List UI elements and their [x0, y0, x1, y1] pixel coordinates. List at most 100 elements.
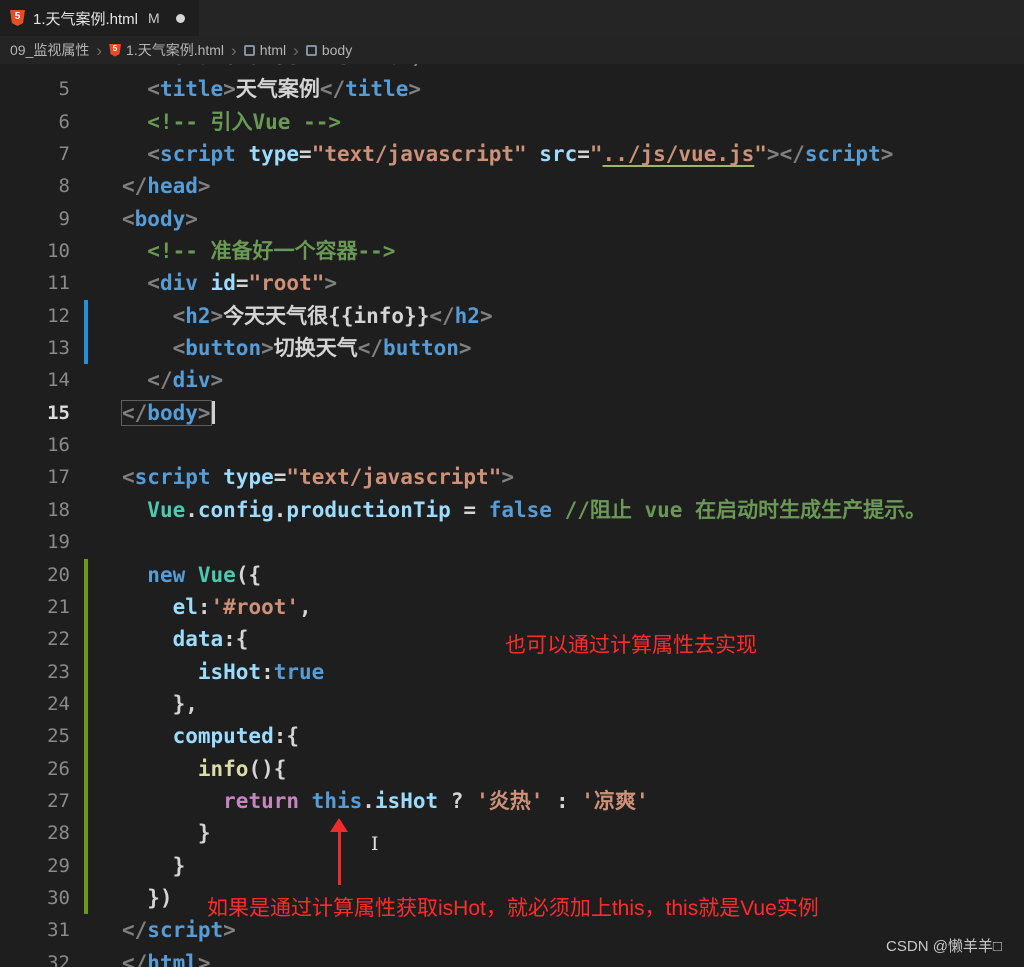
- annotation-computed-note: 也可以通过计算属性去实现: [505, 629, 757, 659]
- tab-weather-file[interactable]: 1.天气案例.html M: [0, 0, 199, 36]
- line-number: 26: [0, 753, 70, 785]
- code-line[interactable]: 14 </div>: [0, 364, 1024, 396]
- line-number: 6: [0, 106, 70, 138]
- breadcrumb-item-body[interactable]: body: [306, 42, 352, 58]
- gutter-added-indicator: [84, 817, 88, 849]
- code-text: }: [122, 850, 185, 882]
- code-line[interactable]: 15 </body>: [0, 397, 1024, 429]
- code-text: return this.isHot ? '炎热' : '凉爽': [122, 785, 649, 817]
- code-text: <script type="text/javascript">: [122, 461, 514, 493]
- line-number: 32: [0, 947, 70, 967]
- line-number: 28: [0, 817, 70, 849]
- breadcrumb-item-1html[interactable]: 1.天气案例.html: [109, 40, 224, 60]
- line-number: 17: [0, 461, 70, 493]
- line-number: 5: [0, 73, 70, 105]
- line-number: 24: [0, 688, 70, 720]
- code-line[interactable]: 23 isHot:true: [0, 656, 1024, 688]
- symbol-icon: [244, 45, 255, 56]
- code-line[interactable]: 17 <script type="text/javascript">: [0, 461, 1024, 493]
- code-line[interactable]: 21 el:'#root',: [0, 591, 1024, 623]
- code-line[interactable]: 25 computed:{: [0, 720, 1024, 752]
- code-text: },: [122, 688, 198, 720]
- line-number: 21: [0, 591, 70, 623]
- breadcrumb: 09_监视属性›1.天气案例.html›html›body: [0, 36, 1024, 64]
- git-modified-badge: M: [148, 10, 160, 26]
- code-line[interactable]: 11 <div id="root">: [0, 267, 1024, 299]
- code-text: <!-- 引入Vue -->: [122, 106, 341, 138]
- code-text: </div>: [122, 364, 223, 396]
- code-line[interactable]: 20 new Vue({: [0, 559, 1024, 591]
- gutter-added-indicator: [84, 785, 88, 817]
- annotation-arrow-icon: [330, 818, 348, 888]
- gutter-added-indicator: [84, 688, 88, 720]
- line-number: 7: [0, 138, 70, 170]
- breadcrumb-item-html[interactable]: html: [244, 42, 286, 58]
- code-line[interactable]: 8</head>: [0, 170, 1024, 202]
- gutter-added-indicator: [84, 882, 88, 914]
- bracket-match-box: </body>: [122, 401, 211, 425]
- code-line[interactable]: 26 info(){: [0, 753, 1024, 785]
- code-line[interactable]: 29 }: [0, 850, 1024, 882]
- code-text: <script type="text/javascript" src="../j…: [122, 138, 893, 170]
- code-line[interactable]: 6 <!-- 引入Vue -->: [0, 106, 1024, 138]
- code-text: data:{: [122, 623, 248, 655]
- dirty-indicator-icon[interactable]: [176, 14, 185, 23]
- code-line[interactable]: 5 <title>天气案例</title>: [0, 73, 1024, 105]
- text-cursor: [212, 401, 215, 424]
- tab-filename: 1.天气案例.html: [33, 8, 138, 29]
- line-number: 9: [0, 203, 70, 235]
- editor[interactable]: 4 <meta charset="UTF-8"/>5 <title>天气案例</…: [0, 0, 1024, 967]
- watermark: CSDN @懒羊羊□: [886, 935, 1002, 956]
- code-text: </html>: [122, 947, 211, 967]
- code-line[interactable]: 9 <body>: [0, 203, 1024, 235]
- line-number: 20: [0, 559, 70, 591]
- breadcrumb-label: 1.天气案例.html: [126, 40, 224, 60]
- gutter-added-indicator: [84, 559, 88, 591]
- code-text: info(){: [122, 753, 286, 785]
- line-number: 19: [0, 526, 70, 558]
- gutter-added-indicator: [84, 850, 88, 882]
- line-number: 22: [0, 623, 70, 655]
- line-number: 29: [0, 850, 70, 882]
- code-line[interactable]: 12 <h2>今天天气很{{info}}</h2>: [0, 300, 1024, 332]
- code-line[interactable]: 27 return this.isHot ? '炎热' : '凉爽': [0, 785, 1024, 817]
- code-text: new Vue({: [122, 559, 261, 591]
- code-line[interactable]: 10 <!-- 准备好一个容器-->: [0, 235, 1024, 267]
- breadcrumb-item-09_[interactable]: 09_监视属性: [10, 40, 89, 60]
- code-text: isHot:true: [122, 656, 324, 688]
- breadcrumb-label: body: [322, 42, 352, 58]
- chevron-right-icon: ›: [293, 42, 299, 59]
- line-number: 30: [0, 882, 70, 914]
- line-number: 15: [0, 397, 70, 429]
- code-text: <h2>今天天气很{{info}}</h2>: [122, 300, 493, 332]
- symbol-icon: [306, 45, 317, 56]
- chevron-right-icon: ›: [96, 42, 102, 59]
- line-number: 14: [0, 364, 70, 396]
- code-text: <div id="root">: [122, 267, 337, 299]
- line-number: 31: [0, 914, 70, 946]
- code-line[interactable]: 16: [0, 429, 1024, 461]
- code-line[interactable]: 32 </html>: [0, 947, 1024, 967]
- code-text: <!-- 准备好一个容器-->: [122, 235, 395, 267]
- code-text: el:'#root',: [122, 591, 312, 623]
- line-number: 23: [0, 656, 70, 688]
- arrow-shaft: [338, 830, 341, 885]
- code-line[interactable]: 13 <button>切换天气</button>: [0, 332, 1024, 364]
- code-text: }: [122, 817, 211, 849]
- line-number: 18: [0, 494, 70, 526]
- code-line[interactable]: 28 }: [0, 817, 1024, 849]
- code-line[interactable]: 19: [0, 526, 1024, 558]
- code-text: </body>: [122, 397, 215, 429]
- code-text: <body>: [122, 203, 198, 235]
- code-line[interactable]: 18 Vue.config.productionTip = false //阻止…: [0, 494, 1024, 526]
- line-number: 8: [0, 170, 70, 202]
- code-lines: 4 <meta charset="UTF-8"/>5 <title>天气案例</…: [0, 41, 1024, 967]
- code-line[interactable]: 7 <script type="text/javascript" src="..…: [0, 138, 1024, 170]
- mouse-ibeam-cursor-icon: I: [371, 833, 379, 855]
- line-number: 12: [0, 300, 70, 332]
- line-number: 11: [0, 267, 70, 299]
- gutter-added-indicator: [84, 656, 88, 688]
- code-line[interactable]: 24 },: [0, 688, 1024, 720]
- gutter-added-indicator: [84, 623, 88, 655]
- code-text: <title>天气案例</title>: [122, 73, 421, 105]
